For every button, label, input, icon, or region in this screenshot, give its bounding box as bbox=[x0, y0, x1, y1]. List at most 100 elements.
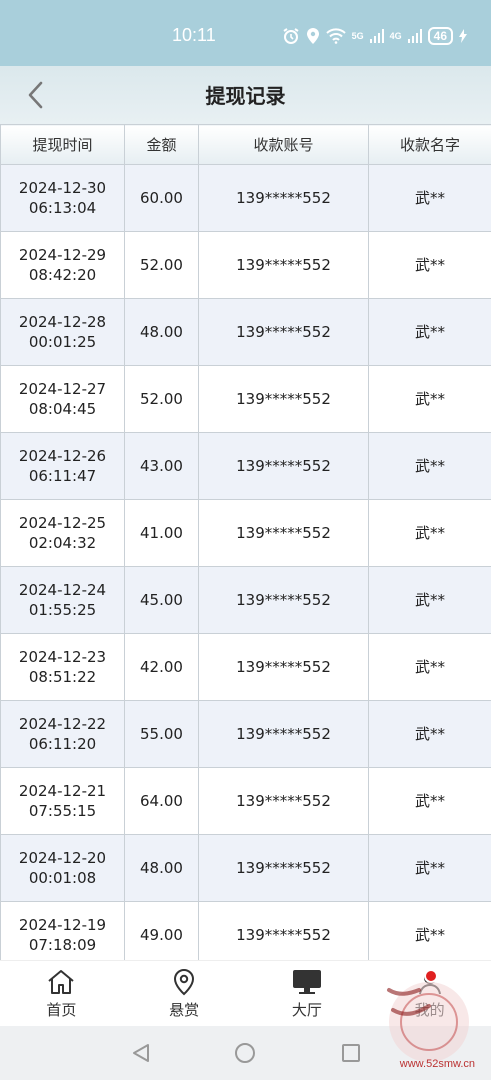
status-icons: 5G 4G 46 bbox=[282, 25, 467, 47]
table-row[interactable]: 2024-12-20 00:01:08 48.00 139*****552 武** bbox=[0, 834, 491, 902]
cell-withdraw-time: 2024-12-26 06:11:47 bbox=[0, 432, 125, 500]
cell-account: 139*****552 bbox=[198, 700, 369, 768]
nav-label-bounty: 悬赏 bbox=[169, 1001, 200, 1019]
withdraw-time: 00:01:25 bbox=[28, 333, 97, 351]
cell-account: 139*****552 bbox=[198, 499, 369, 567]
cell-amount: 48.00 bbox=[124, 834, 199, 902]
nav-label-home: 首页 bbox=[46, 1001, 77, 1019]
cell-account: 139*****552 bbox=[198, 566, 369, 634]
page-title: 提现记录 bbox=[205, 84, 286, 108]
triangle-back-icon bbox=[133, 1044, 149, 1062]
system-back-button[interactable] bbox=[130, 1042, 152, 1064]
cell-payee-name: 武** bbox=[368, 767, 491, 835]
cell-account: 139*****552 bbox=[198, 767, 369, 835]
notification-badge bbox=[423, 969, 438, 983]
cell-payee-name: 武** bbox=[368, 834, 491, 902]
column-header-amount: 金额 bbox=[124, 124, 199, 165]
withdraw-date: 2024-12-27 bbox=[18, 380, 107, 398]
withdraw-date: 2024-12-26 bbox=[18, 447, 107, 465]
withdraw-table: 提现时间 金额 收款账号 收款名字 2024-12-30 06:13:04 60.0… bbox=[0, 124, 491, 960]
bottom-nav: 首页 悬赏 大厅 我的 bbox=[0, 960, 491, 1026]
cell-withdraw-time: 2024-12-24 01:55:25 bbox=[0, 566, 125, 634]
withdraw-time: 07:55:15 bbox=[28, 802, 97, 820]
nav-item-hall[interactable]: 大厅 bbox=[246, 961, 369, 1026]
withdraw-date: 2024-12-20 bbox=[18, 849, 107, 867]
status-time: 10:11 bbox=[172, 25, 216, 45]
table-row[interactable]: 2024-12-26 06:11:47 43.00 139*****552 武** bbox=[0, 432, 491, 500]
table-row[interactable]: 2024-12-24 01:55:25 45.00 139*****552 武** bbox=[0, 566, 491, 634]
table-row[interactable]: 2024-12-23 08:51:22 42.00 139*****552 武** bbox=[0, 633, 491, 701]
withdraw-time: 01:55:25 bbox=[28, 601, 97, 619]
cell-withdraw-time: 2024-12-21 07:55:15 bbox=[0, 767, 125, 835]
nav-item-mine[interactable]: 我的 bbox=[368, 961, 491, 1026]
square-recents-icon bbox=[342, 1044, 360, 1062]
cell-amount: 64.00 bbox=[124, 767, 199, 835]
cell-account: 139*****552 bbox=[198, 298, 369, 366]
cell-withdraw-time: 2024-12-29 08:42:20 bbox=[0, 231, 125, 299]
cell-amount: 49.00 bbox=[124, 901, 199, 960]
cell-withdraw-time: 2024-12-27 08:04:45 bbox=[0, 365, 125, 433]
cell-account: 139*****552 bbox=[198, 365, 369, 433]
nav-item-home[interactable]: 首页 bbox=[0, 961, 123, 1026]
cell-amount: 45.00 bbox=[124, 566, 199, 634]
location-icon bbox=[306, 28, 319, 44]
withdraw-date: 2024-12-23 bbox=[18, 648, 107, 666]
table-row[interactable]: 2024-12-21 07:55:15 64.00 139*****552 武** bbox=[0, 767, 491, 835]
table-row[interactable]: 2024-12-30 06:13:04 60.00 139*****552 武** bbox=[0, 164, 491, 232]
cell-payee-name: 武** bbox=[368, 499, 491, 567]
withdraw-date: 2024-12-28 bbox=[18, 313, 107, 331]
nav-item-bounty[interactable]: 悬赏 bbox=[123, 961, 246, 1026]
column-header-name: 收款名字 bbox=[368, 124, 491, 165]
table-row[interactable]: 2024-12-29 08:42:20 52.00 139*****552 武** bbox=[0, 231, 491, 299]
cell-payee-name: 武** bbox=[368, 566, 491, 634]
cell-payee-name: 武** bbox=[368, 633, 491, 701]
withdraw-date: 2024-12-19 bbox=[18, 916, 107, 934]
battery-level: 46 bbox=[427, 27, 453, 45]
cell-amount: 52.00 bbox=[124, 231, 199, 299]
cell-account: 139*****552 bbox=[198, 231, 369, 299]
cell-withdraw-time: 2024-12-23 08:51:22 bbox=[0, 633, 125, 701]
withdraw-time: 08:04:45 bbox=[28, 400, 97, 418]
withdraw-time: 08:51:22 bbox=[28, 668, 97, 686]
nav-label-mine: 我的 bbox=[414, 1001, 445, 1019]
cell-withdraw-time: 2024-12-30 06:13:04 bbox=[0, 164, 125, 232]
cell-account: 139*****552 bbox=[198, 164, 369, 232]
cell-account: 139*****552 bbox=[198, 432, 369, 500]
withdraw-date: 2024-12-22 bbox=[18, 715, 107, 733]
circle-home-icon bbox=[235, 1043, 255, 1063]
table-row[interactable]: 2024-12-22 06:11:20 55.00 139*****552 武** bbox=[0, 700, 491, 768]
cell-amount: 41.00 bbox=[124, 499, 199, 567]
charging-icon bbox=[459, 29, 467, 43]
table-row[interactable]: 2024-12-28 00:01:25 48.00 139*****552 武** bbox=[0, 298, 491, 366]
cell-payee-name: 武** bbox=[368, 231, 491, 299]
withdraw-date: 2024-12-21 bbox=[18, 782, 107, 800]
cell-payee-name: 武** bbox=[368, 298, 491, 366]
system-recents-button[interactable] bbox=[340, 1042, 362, 1064]
table-row[interactable]: 2024-12-27 08:04:45 52.00 139*****552 武** bbox=[0, 365, 491, 433]
system-nav-bar bbox=[0, 1026, 491, 1080]
cell-amount: 43.00 bbox=[124, 432, 199, 500]
column-header-account: 收款账号 bbox=[198, 124, 369, 165]
table-row[interactable]: 2024-12-19 07:18:09 49.00 139*****552 武** bbox=[0, 901, 491, 960]
system-home-button[interactable] bbox=[234, 1042, 256, 1064]
cell-account: 139*****552 bbox=[198, 834, 369, 902]
withdraw-table-container[interactable]: 提现时间 金额 收款账号 收款名字 2024-12-30 06:13:04 60.0… bbox=[0, 124, 491, 960]
cell-payee-name: 武** bbox=[368, 901, 491, 960]
column-header-time: 提现时间 bbox=[0, 124, 125, 165]
withdraw-time: 06:11:47 bbox=[28, 467, 97, 485]
withdraw-date: 2024-12-25 bbox=[18, 514, 107, 532]
monitor-icon bbox=[292, 967, 322, 997]
withdraw-time: 06:11:20 bbox=[28, 735, 97, 753]
alarm-icon bbox=[283, 28, 299, 44]
withdraw-time: 07:18:09 bbox=[28, 936, 97, 954]
table-header-row: 提现时间 金额 收款账号 收款名字 bbox=[0, 124, 491, 165]
withdraw-time: 08:42:20 bbox=[28, 266, 97, 284]
nav-label-hall: 大厅 bbox=[291, 1001, 322, 1019]
withdraw-time: 02:04:32 bbox=[28, 534, 97, 552]
cell-amount: 48.00 bbox=[124, 298, 199, 366]
table-row[interactable]: 2024-12-25 02:04:32 41.00 139*****552 武** bbox=[0, 499, 491, 567]
network-4g-label: 4G bbox=[389, 31, 402, 41]
cell-amount: 60.00 bbox=[124, 164, 199, 232]
cell-withdraw-time: 2024-12-22 06:11:20 bbox=[0, 700, 125, 768]
cell-withdraw-time: 2024-12-28 00:01:25 bbox=[0, 298, 125, 366]
